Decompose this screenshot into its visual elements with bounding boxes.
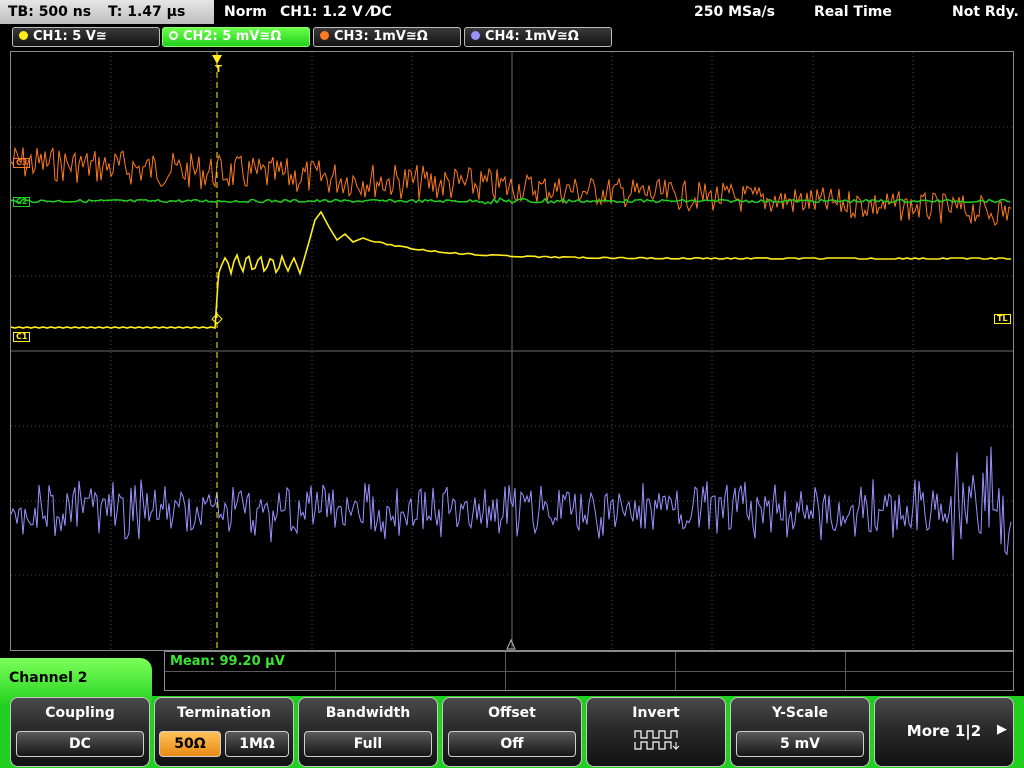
ch4-waveform [11,446,1012,560]
acquisition-state: Not Rdy. [952,4,1019,20]
ch1-waveform [11,210,1011,330]
tab-ch4[interactable]: CH4: 1mV≅Ω [464,27,612,47]
tab-ch2-label: CH2: 5 mV≅Ω [183,29,282,44]
invert-waveform-icon [634,730,680,751]
timebase-value: TB: 500 ns [8,4,92,20]
offset-softkey[interactable]: Offset Off [442,697,582,767]
waveform-display[interactable]: C3 C2 C1 TL T [10,51,1014,651]
status-bar: TB: 500 ns T: 1.47 µs Norm CH1: 1.2 V ⁄D… [0,0,1024,24]
tab-ch1-label: CH1: 5 V≅ [33,29,107,44]
grid [11,52,1013,650]
tab-ch2[interactable]: CH2: 5 mV≅Ω [162,27,310,47]
measurement-divider [505,652,506,690]
waveform-canvas [11,52,1013,650]
ch1-level-marker[interactable]: C1 [13,332,31,342]
tab-ch1[interactable]: CH1: 5 V≅ [12,27,160,47]
coupling-value[interactable]: DC [16,731,144,757]
mean-measurement: Mean: 99.20 µV [170,654,285,669]
yscale-label: Y-Scale [771,705,828,721]
bandwidth-label: Bandwidth [325,705,411,721]
measurement-divider [165,671,1013,672]
measurement-divider [335,652,336,690]
termination-50ohm-option[interactable]: 50Ω [159,731,221,757]
trigger-level-marker[interactable]: TL [994,314,1011,324]
ch1-color-dot [19,31,28,40]
ch3-level-marker[interactable]: C3 [13,158,31,168]
yscale-value[interactable]: 5 mV [736,731,864,757]
offset-label: Offset [488,705,536,721]
invert-softkey[interactable]: Invert [586,697,726,767]
acquisition-mode[interactable]: Real Time [814,0,892,24]
offset-value[interactable]: Off [448,731,576,757]
termination-label: Termination [177,705,271,721]
sample-rate: 250 MSa/s [694,4,776,20]
ch2-waveform [11,197,1011,205]
trigger-mode[interactable]: Norm [224,0,267,24]
measurement-divider [675,652,676,690]
more-softkey[interactable]: More 1|2 ▶ [874,697,1014,767]
ch2-level-marker[interactable]: C2 [13,197,31,207]
ch4-color-dot [471,31,480,40]
trigger-time-value: T: 1.47 µs [107,4,186,20]
measurement-divider [845,652,846,690]
bandwidth-value[interactable]: Full [304,731,432,757]
termination-softkey[interactable]: Termination 50Ω 1MΩ [154,697,294,767]
ch2-color-dot [169,31,178,40]
coupling-label: Coupling [45,705,115,721]
tab-ch3-label: CH3: 1mV≅Ω [334,29,428,44]
trigger-point-label: T [215,64,222,75]
tab-ch4-label: CH4: 1mV≅Ω [485,29,579,44]
bandwidth-softkey[interactable]: Bandwidth Full [298,697,438,767]
ch3-waveform [11,146,1012,227]
more-label: More 1|2 [906,722,982,740]
horizontal-center-marker [506,638,516,650]
invert-label: Invert [632,705,680,721]
ch3-color-dot [320,31,329,40]
next-page-icon: ▶ [997,722,1007,737]
termination-1mohm-option[interactable]: 1MΩ [225,731,289,757]
trigger-position-marker[interactable] [212,55,222,64]
coupling-softkey[interactable]: Coupling DC [10,697,150,767]
tab-ch3[interactable]: CH3: 1mV≅Ω [313,27,461,47]
yscale-softkey[interactable]: Y-Scale 5 mV [730,697,870,767]
measurement-bar[interactable]: Mean: 99.20 µV [164,651,1014,691]
timebase-box[interactable]: TB: 500 ns T: 1.47 µs [0,0,214,24]
trigger-info[interactable]: CH1: 1.2 V ⁄DC [280,0,392,24]
